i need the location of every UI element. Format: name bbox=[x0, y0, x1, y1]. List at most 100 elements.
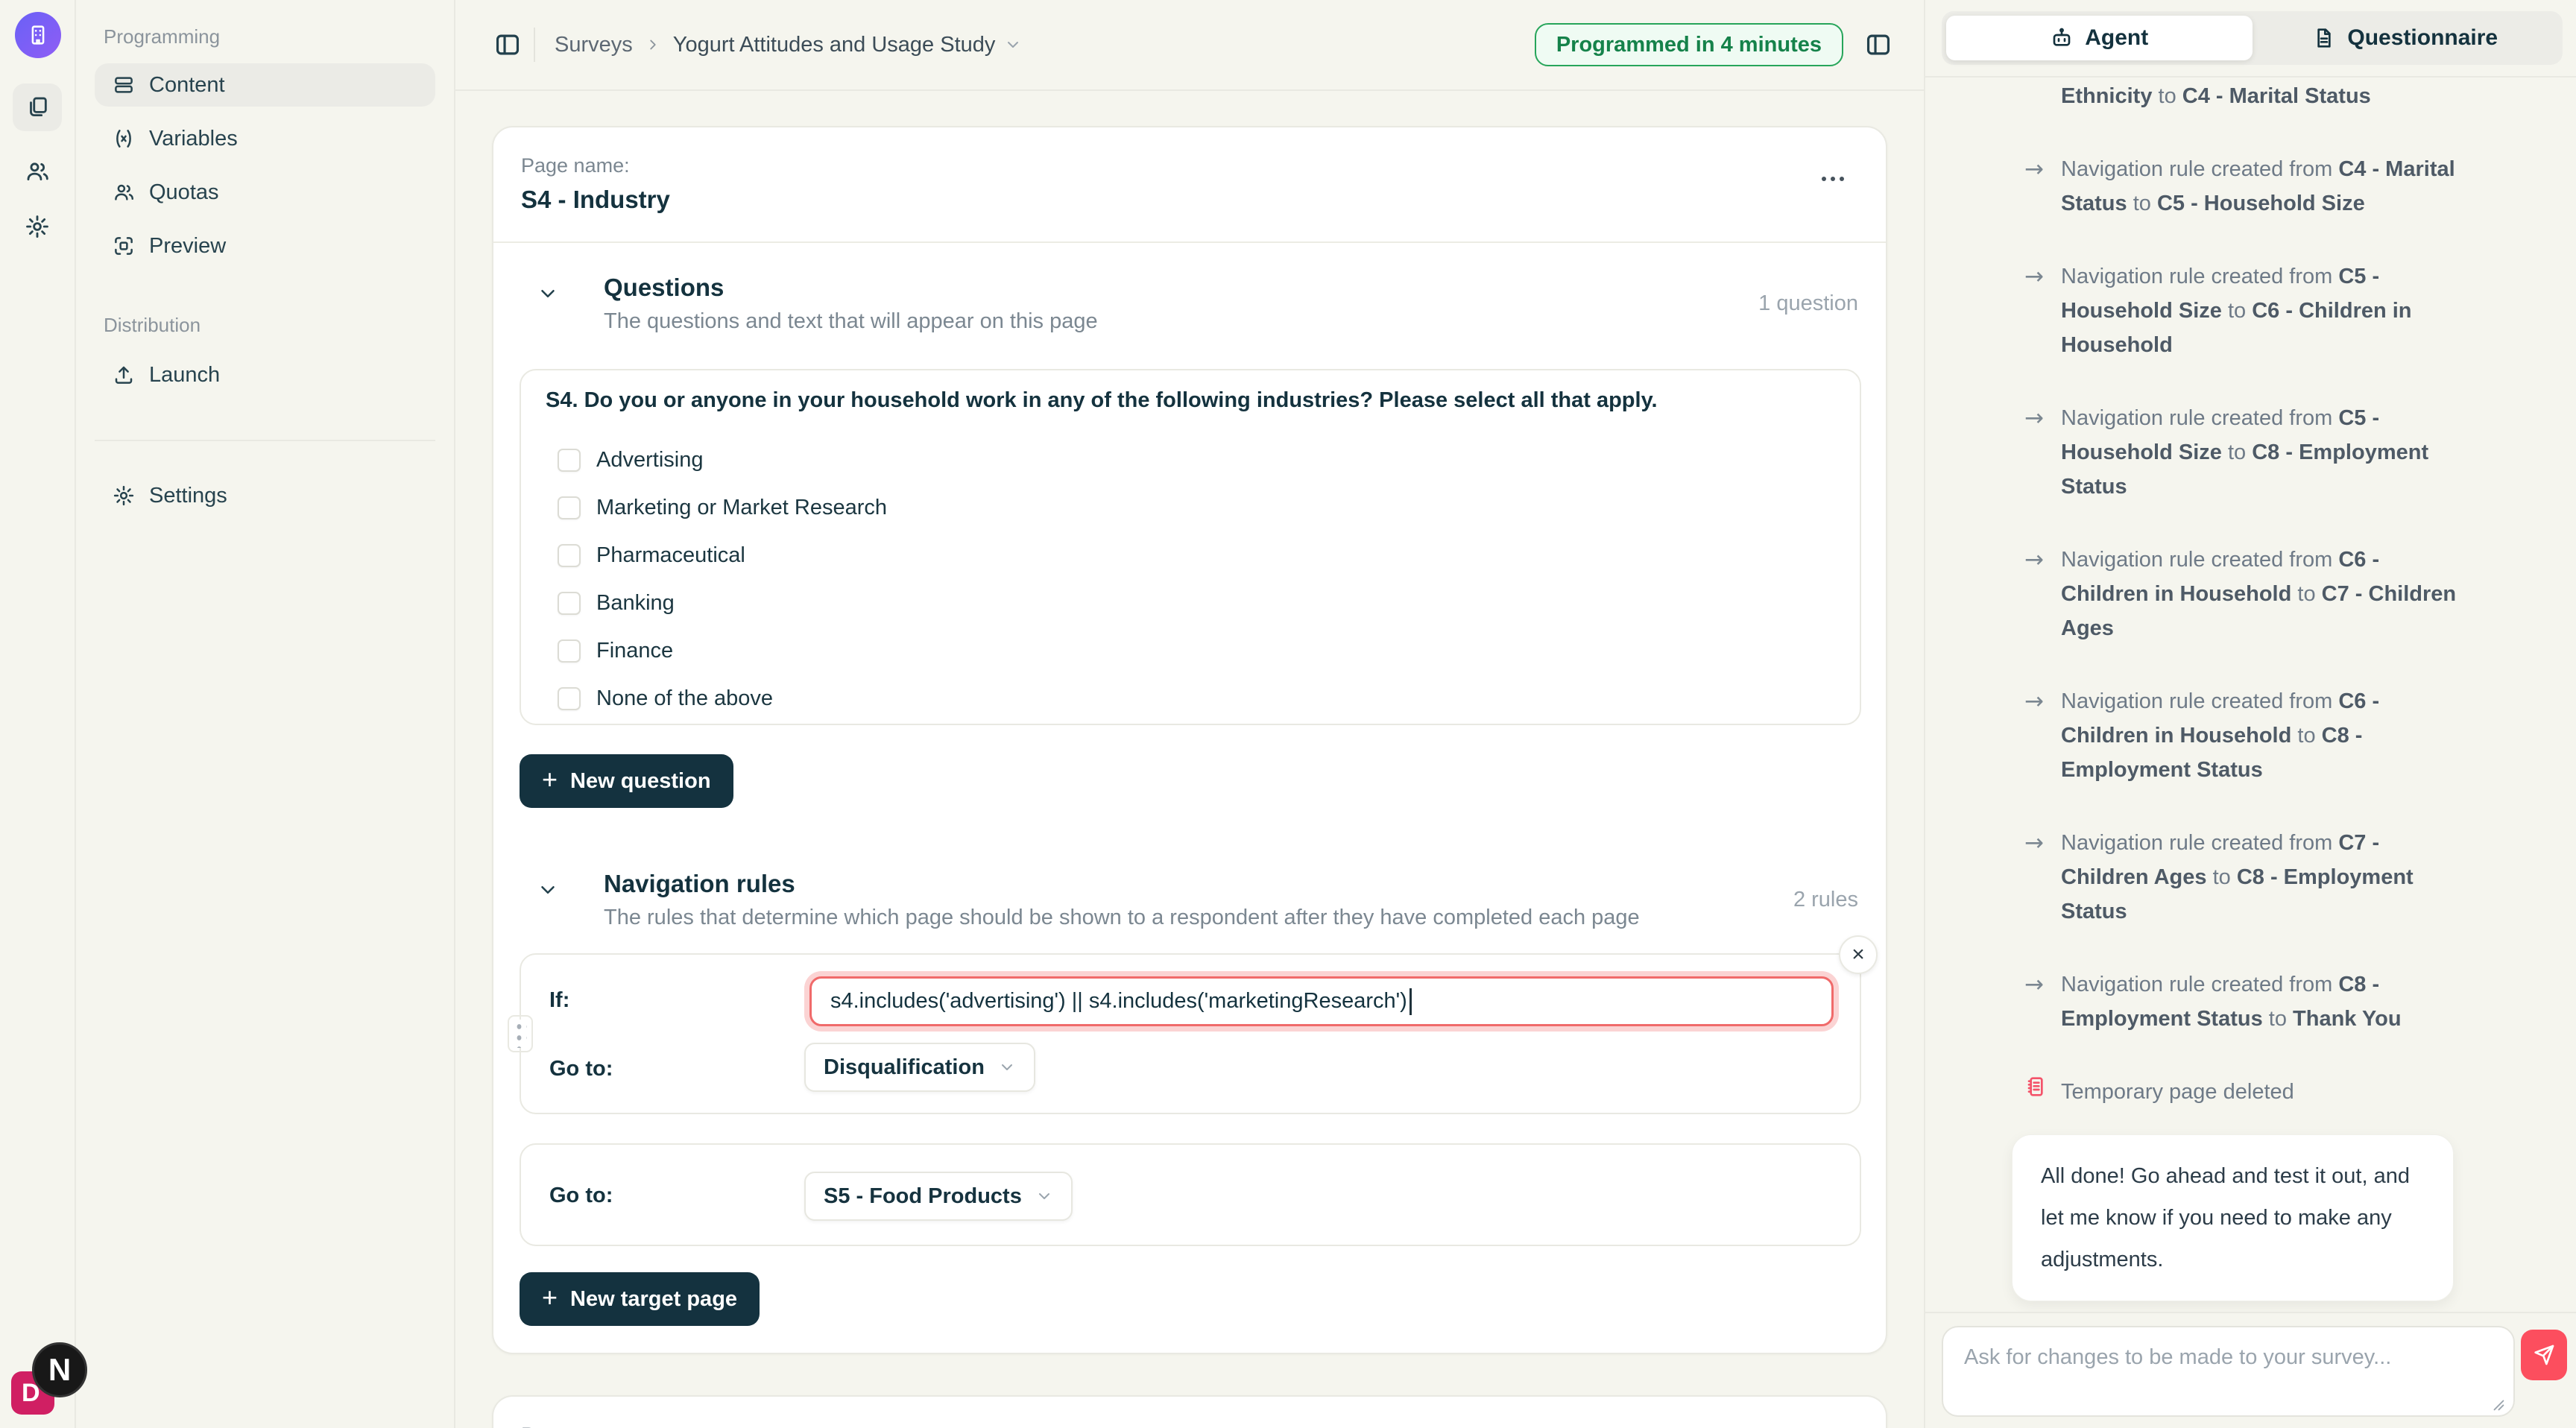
feed-item-text: Navigation rule created from C6 - Childr… bbox=[2061, 684, 2472, 787]
feed-item: →Navigation rule created from C4 - Marit… bbox=[2024, 152, 2472, 221]
sidebar: ProgrammingContentVariablesQuotasPreview… bbox=[76, 0, 455, 1428]
option-checkbox[interactable] bbox=[558, 496, 581, 519]
chat-input[interactable] bbox=[1942, 1326, 2515, 1417]
page-card: Page name: S4 - Industry Questions The q… bbox=[492, 126, 1887, 1354]
next-page-card: Page name: bbox=[492, 1395, 1887, 1428]
sidebar-item-launch[interactable]: Launch bbox=[95, 353, 435, 397]
sidebar-item-label: Quotas bbox=[149, 180, 219, 205]
option-row: None of the above bbox=[558, 674, 1830, 722]
navrules-section-subtitle: The rules that determine which page shou… bbox=[604, 906, 1640, 930]
agent-message-bubble: All done! Go ahead and test it out, and … bbox=[2012, 1134, 2454, 1301]
pages-icon bbox=[25, 95, 50, 120]
option-label: Pharmaceutical bbox=[596, 543, 745, 568]
option-label: Marketing or Market Research bbox=[596, 496, 887, 520]
chevron-down-icon[interactable] bbox=[1004, 36, 1022, 54]
condition-input[interactable]: s4.includes('advertising') || s4.include… bbox=[809, 976, 1834, 1026]
feed-item: →Navigation rule created from C8 - Emplo… bbox=[2024, 967, 2472, 1036]
default-target-select[interactable]: S5 - Food Products bbox=[804, 1172, 1073, 1221]
panel-tabs-bar: Agent Questionnaire bbox=[1925, 0, 2576, 78]
option-row: Advertising bbox=[558, 436, 1830, 484]
chat-composer bbox=[1925, 1312, 2576, 1428]
default-target-value: S5 - Food Products bbox=[824, 1184, 1022, 1209]
feed-item-text: Navigation rule created from C4 - Marita… bbox=[2061, 152, 2472, 221]
sidebar-toggle-icon[interactable] bbox=[493, 31, 522, 59]
page-title: S4 - Industry bbox=[521, 186, 670, 214]
main-header: Surveys Yogurt Attitudes and Usage Study… bbox=[455, 0, 1924, 91]
option-checkbox[interactable] bbox=[558, 592, 581, 615]
new-target-page-button[interactable]: + New target page bbox=[520, 1272, 760, 1326]
question-options: Advertising Marketing or Market Research P… bbox=[558, 436, 1830, 722]
tab-agent[interactable]: Agent bbox=[1946, 16, 2253, 60]
questions-count: 1 question bbox=[1758, 291, 1858, 316]
card-divider bbox=[493, 241, 1886, 243]
rail-team-button[interactable] bbox=[13, 148, 62, 195]
dev-indicator-badge[interactable]: N bbox=[32, 1342, 87, 1397]
rule-drag-handle[interactable] bbox=[508, 1015, 533, 1052]
option-checkbox[interactable] bbox=[558, 544, 581, 567]
option-checkbox[interactable] bbox=[558, 449, 581, 472]
new-question-button[interactable]: + New question bbox=[520, 754, 733, 808]
delete-rule-button[interactable]: × bbox=[1839, 935, 1878, 974]
chevron-down-icon bbox=[998, 1058, 1016, 1076]
feed-item: →Navigation rule created from C7 - Child… bbox=[2024, 826, 2472, 929]
page-name-label: Page name: bbox=[521, 154, 630, 177]
right-panel-toggle-icon[interactable] bbox=[1864, 31, 1892, 59]
sidebar-item-content[interactable]: Content bbox=[95, 63, 435, 107]
chevron-down-icon bbox=[1035, 1187, 1053, 1205]
questions-collapse-chevron-icon[interactable] bbox=[537, 282, 561, 306]
send-icon bbox=[2532, 1343, 2556, 1367]
rows-icon bbox=[113, 74, 135, 96]
agent-activity-feed[interactable]: →Navigation rule created from C3 - Ethni… bbox=[1925, 78, 2576, 1312]
main-area: Surveys Yogurt Attitudes and Usage Study… bbox=[455, 0, 1924, 1428]
arrow-icon: → bbox=[2024, 259, 2050, 362]
option-checkbox[interactable] bbox=[558, 687, 581, 710]
new-question-label: New question bbox=[570, 769, 711, 794]
option-label: Banking bbox=[596, 591, 675, 616]
chevron-right-icon bbox=[645, 37, 661, 53]
tab-label: Agent bbox=[2085, 25, 2148, 51]
option-row: Pharmaceutical bbox=[558, 531, 1830, 579]
send-button[interactable] bbox=[2521, 1330, 2567, 1380]
feed-item: Temporary page deleted bbox=[2024, 1075, 2472, 1109]
sidebar-item-variables[interactable]: Variables bbox=[95, 117, 435, 160]
default-target-card: Go to: S5 - Food Products bbox=[520, 1143, 1861, 1246]
document-icon bbox=[2312, 26, 2336, 50]
new-target-page-label: New target page bbox=[570, 1287, 737, 1312]
option-checkbox[interactable] bbox=[558, 639, 581, 663]
feed-items: →Navigation rule created from C3 - Ethni… bbox=[2024, 78, 2472, 1109]
feed-item-text: Navigation rule created from C7 - Childr… bbox=[2061, 826, 2472, 929]
breadcrumb-current-survey[interactable]: Yogurt Attitudes and Usage Study bbox=[673, 33, 996, 57]
question-card[interactable]: S4. Do you or anyone in your household w… bbox=[520, 369, 1861, 725]
agent-panel: AgentQuestionnaire →Navigation rule crea… bbox=[1924, 0, 2576, 1428]
option-row: Banking bbox=[558, 579, 1830, 627]
sidebar-item-label: Content bbox=[149, 73, 225, 98]
rail-surveys-button[interactable] bbox=[13, 83, 62, 131]
option-label: Finance bbox=[596, 639, 673, 663]
rail-settings-button[interactable] bbox=[13, 203, 62, 250]
plus-icon: + bbox=[542, 1284, 558, 1311]
app-logo[interactable] bbox=[15, 12, 61, 58]
gear-icon bbox=[25, 214, 50, 239]
breadcrumb-surveys-link[interactable]: Surveys bbox=[555, 33, 633, 57]
sidebar-item-quotas[interactable]: Quotas bbox=[95, 171, 435, 214]
feed-item-text: Navigation rule created from C8 - Employ… bbox=[2061, 967, 2472, 1036]
page-editor-scroll[interactable]: Page name: S4 - Industry Questions The q… bbox=[455, 91, 1924, 1428]
deleted-page-icon bbox=[2024, 1075, 2050, 1109]
navrules-collapse-chevron-icon[interactable] bbox=[537, 879, 561, 903]
upload-icon bbox=[113, 364, 135, 386]
goto-target-select[interactable]: Disqualification bbox=[804, 1043, 1035, 1092]
icon-rail: D N bbox=[0, 0, 76, 1428]
arrow-icon: → bbox=[2024, 152, 2050, 221]
text-caret bbox=[1409, 988, 1412, 1015]
option-row: Marketing or Market Research bbox=[558, 484, 1830, 531]
header-divider bbox=[534, 28, 535, 62]
sidebar-item-preview[interactable]: Preview bbox=[95, 224, 435, 268]
arrow-icon: → bbox=[2024, 543, 2050, 645]
if-label: If: bbox=[549, 988, 569, 1013]
page-menu-button[interactable] bbox=[1822, 177, 1844, 181]
goto-label: Go to: bbox=[549, 1184, 613, 1208]
plus-icon: + bbox=[542, 766, 558, 793]
sidebar-item-settings[interactable]: Settings bbox=[95, 474, 435, 517]
tab-questionnaire[interactable]: Questionnaire bbox=[2253, 16, 2559, 60]
programmed-time-badge: Programmed in 4 minutes bbox=[1535, 23, 1843, 66]
